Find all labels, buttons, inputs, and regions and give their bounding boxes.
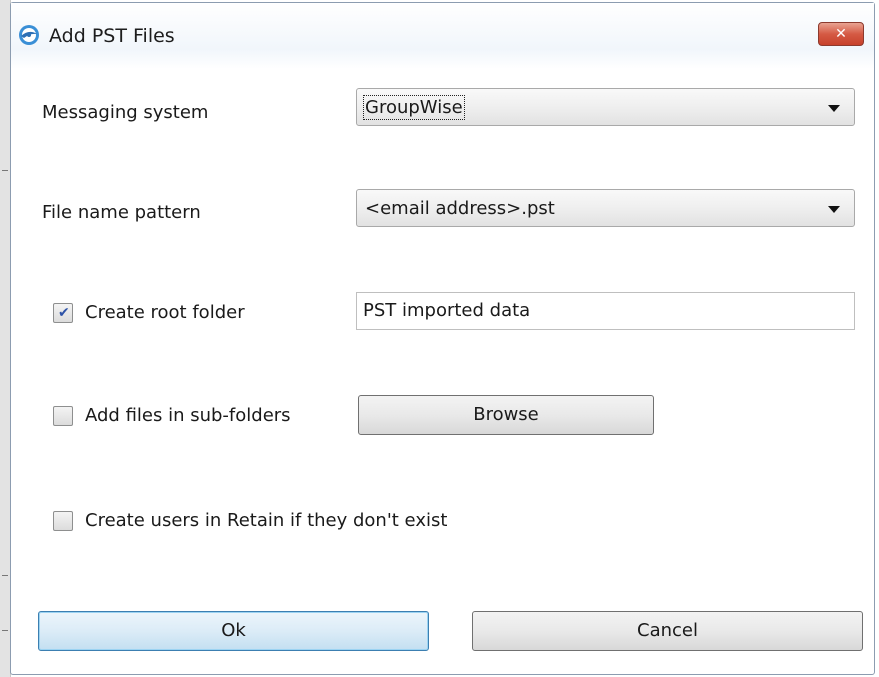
root-folder-name-input[interactable]: PST imported data	[356, 292, 855, 330]
close-button[interactable]: ✕	[818, 22, 864, 46]
create-users-checkbox[interactable]	[53, 511, 73, 531]
add-subfolders-label: Add files in sub-folders	[85, 405, 291, 426]
create-root-folder-label: Create root folder	[85, 302, 245, 323]
cancel-button[interactable]: Cancel	[472, 611, 863, 651]
messaging-system-label: Messaging system	[42, 102, 209, 123]
messaging-system-dropdown[interactable]: GroupWise	[356, 88, 855, 126]
create-users-label: Create users in Retain if they don't exi…	[85, 510, 448, 531]
chevron-down-icon	[828, 206, 840, 213]
app-logo-icon	[17, 23, 41, 47]
create-root-folder-checkbox[interactable]: ✔	[53, 303, 73, 323]
edge-tick	[2, 170, 8, 171]
file-name-pattern-dropdown[interactable]: <email address>.pst	[356, 189, 855, 227]
close-icon: ✕	[835, 26, 847, 42]
ok-button[interactable]: Ok	[38, 611, 429, 651]
edge-tick	[2, 575, 8, 576]
browse-button[interactable]: Browse	[358, 395, 654, 435]
add-pst-files-dialog: Add PST Files ✕ Messaging system GroupWi…	[10, 2, 875, 675]
title-bar[interactable]: Add PST Files ✕	[11, 3, 874, 69]
add-subfolders-checkbox[interactable]	[53, 406, 73, 426]
file-name-pattern-value: <email address>.pst	[365, 198, 555, 219]
edge-tick	[2, 630, 8, 631]
messaging-system-value: GroupWise	[363, 95, 465, 120]
checkmark-icon: ✔	[58, 305, 70, 321]
file-name-pattern-label: File name pattern	[42, 202, 201, 223]
window-title: Add PST Files	[49, 25, 175, 47]
chevron-down-icon	[828, 105, 840, 112]
